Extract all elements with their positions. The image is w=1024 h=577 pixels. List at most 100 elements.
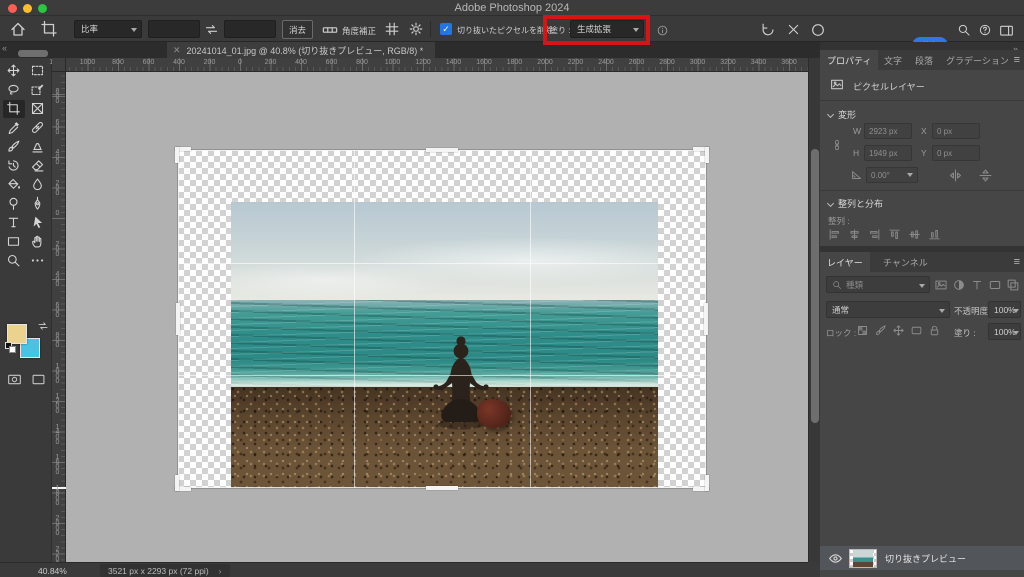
- swap-colors-icon[interactable]: [37, 320, 49, 332]
- canvas-scrollbar[interactable]: [808, 58, 820, 562]
- crop-handle-right[interactable]: [704, 303, 708, 335]
- vertical-ruler[interactable]: 8006004002000200400600800100012001400160…: [52, 72, 66, 562]
- tab-character[interactable]: 文字: [877, 50, 909, 70]
- workspace-panel-icon[interactable]: [999, 23, 1014, 38]
- tool-history-brush-tool[interactable]: [3, 157, 25, 175]
- delete-cropped-pixels-label[interactable]: 切り抜いたピクセルを削除: [457, 25, 553, 36]
- lock-paint-icon[interactable]: [874, 324, 887, 337]
- align-right-icon[interactable]: [868, 228, 881, 241]
- crop-handle-top-right[interactable]: [693, 147, 709, 163]
- angle-field[interactable]: 0.00°: [866, 167, 918, 183]
- tool-type-tool[interactable]: [3, 214, 25, 232]
- lock-transparency-icon[interactable]: [856, 324, 869, 337]
- lock-artboard-icon[interactable]: [910, 324, 923, 337]
- layer-row[interactable]: 切り抜きプレビュー: [820, 546, 1024, 570]
- tool-hand-tool[interactable]: [27, 233, 49, 251]
- align-center-h-icon[interactable]: [848, 228, 861, 241]
- swap-dimensions-icon[interactable]: [204, 22, 219, 37]
- close-tab-icon[interactable]: ✕: [173, 45, 181, 56]
- crop-tool-options-icon[interactable]: [40, 20, 58, 38]
- x-field[interactable]: 0 px: [932, 123, 980, 139]
- ratio-select[interactable]: 比率: [74, 20, 142, 38]
- tool-crop-tool[interactable]: [3, 100, 25, 118]
- tool-gradient-tool[interactable]: [3, 176, 25, 194]
- crop-handle-bottom-right[interactable]: [693, 475, 709, 491]
- scrollbar-thumb[interactable]: [811, 149, 819, 423]
- home-icon[interactable]: [9, 20, 27, 38]
- lock-position-icon[interactable]: [892, 324, 905, 337]
- tool-healing-brush-tool[interactable]: [27, 119, 49, 137]
- type-layer-filter-icon[interactable]: [970, 278, 984, 292]
- delete-cropped-pixels-checkbox[interactable]: ✓: [440, 23, 452, 35]
- cancel-crop-icon[interactable]: [786, 22, 801, 37]
- tool-frame-tool[interactable]: [27, 100, 49, 118]
- align-section-header[interactable]: 整列と分布: [828, 197, 883, 210]
- crop-width-input[interactable]: [148, 20, 200, 38]
- overlay-options-icon[interactable]: [384, 21, 400, 37]
- transform-section-header[interactable]: 変形: [828, 108, 856, 121]
- tab-channels[interactable]: チャンネル: [876, 252, 935, 272]
- tool-object-selection-tool[interactable]: [27, 81, 49, 99]
- foreground-color-swatch[interactable]: [7, 324, 27, 344]
- width-field[interactable]: 2923 px: [864, 123, 912, 139]
- height-field[interactable]: 1949 px: [864, 145, 912, 161]
- commit-crop-icon[interactable]: [810, 22, 826, 38]
- fill-select[interactable]: 生成拡張: [570, 20, 644, 38]
- tab-paragraph[interactable]: 段落: [908, 50, 940, 70]
- pixel-layer-filter-icon[interactable]: [934, 278, 948, 292]
- tool-dodge-tool[interactable]: [3, 195, 25, 213]
- tab-gradients[interactable]: グラデーション: [939, 50, 1016, 70]
- layer-filter-select[interactable]: 種類: [826, 276, 930, 293]
- flip-vertical-icon[interactable]: [978, 168, 993, 183]
- opacity-select[interactable]: 100%: [988, 301, 1021, 318]
- crop-region[interactable]: [178, 150, 706, 488]
- tool-eyedropper-tool[interactable]: [3, 119, 25, 137]
- crop-handle-bottom-left[interactable]: [175, 475, 191, 491]
- layer-thumbnail[interactable]: [849, 549, 877, 568]
- fill-opacity-select[interactable]: 100%: [988, 323, 1021, 340]
- info-icon[interactable]: [656, 24, 669, 37]
- crop-handle-top-left[interactable]: [175, 147, 191, 163]
- crop-handle-bottom[interactable]: [426, 486, 458, 490]
- tool-move-tool[interactable]: [3, 62, 25, 80]
- crop-handle-left[interactable]: [176, 303, 180, 335]
- straighten-label[interactable]: 角度補正: [342, 25, 376, 37]
- align-center-v-icon[interactable]: [908, 228, 921, 241]
- tool-eraser-tool[interactable]: [27, 157, 49, 175]
- tool-lasso-tool[interactable]: [3, 81, 25, 99]
- tool-edit-toolbar[interactable]: [27, 252, 49, 270]
- status-chevron-icon[interactable]: ›: [219, 566, 222, 576]
- blend-mode-select[interactable]: 通常: [826, 301, 950, 318]
- layer-visibility-eye-icon[interactable]: [828, 551, 843, 566]
- straighten-icon[interactable]: [322, 22, 338, 38]
- align-top-icon[interactable]: [888, 228, 901, 241]
- tool-rectangle-tool[interactable]: [3, 233, 25, 251]
- tab-layers[interactable]: レイヤー: [820, 252, 870, 272]
- flip-horizontal-icon[interactable]: [948, 168, 963, 183]
- align-left-icon[interactable]: [828, 228, 841, 241]
- tool-clone-stamp-tool[interactable]: [27, 138, 49, 156]
- document-size-info[interactable]: 3521 px x 2293 px (72 ppi) ›: [100, 564, 230, 577]
- crop-handle-top[interactable]: [426, 148, 458, 152]
- layer-name[interactable]: 切り抜きプレビュー: [885, 552, 966, 565]
- help-icon[interactable]: [978, 23, 992, 37]
- search-icon[interactable]: [957, 23, 971, 37]
- screen-mode-icon[interactable]: [31, 372, 46, 387]
- crop-settings-gear-icon[interactable]: [408, 21, 424, 37]
- ruler-origin-corner[interactable]: [52, 58, 66, 72]
- tool-blur-tool[interactable]: [27, 176, 49, 194]
- tab-properties[interactable]: プロパティ: [820, 50, 878, 70]
- tool-brush-tool[interactable]: [3, 138, 25, 156]
- tool-zoom-tool[interactable]: [3, 252, 25, 270]
- shape-layer-filter-icon[interactable]: [988, 278, 1002, 292]
- horizontal-ruler[interactable]: 1200100080060040020002004006008001000120…: [52, 58, 808, 72]
- tool-path-selection-tool[interactable]: [27, 214, 49, 232]
- tab-overflow-chevrons[interactable]: «: [2, 43, 7, 53]
- adjustment-layer-filter-icon[interactable]: [952, 278, 966, 292]
- panel-menu-icon[interactable]: ≡: [1014, 256, 1020, 268]
- link-dimensions-icon[interactable]: [831, 132, 843, 158]
- quick-mask-icon[interactable]: [7, 372, 22, 387]
- document-tab[interactable]: ✕ 20241014_01.jpg @ 40.8% (切り抜きプレビュー, RG…: [167, 42, 435, 58]
- reset-crop-icon[interactable]: [760, 22, 776, 38]
- y-field[interactable]: 0 px: [932, 145, 980, 161]
